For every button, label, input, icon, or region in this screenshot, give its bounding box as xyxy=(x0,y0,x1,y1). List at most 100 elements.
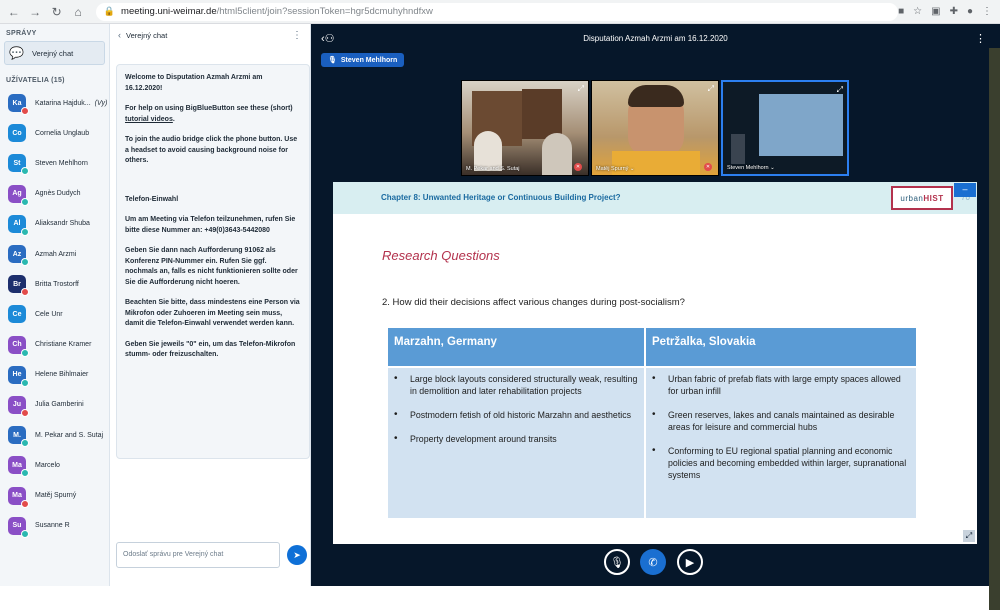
avatar: Ma xyxy=(8,456,29,478)
user-list-item[interactable]: Ka Katarina Hajduk... (Vy) xyxy=(0,88,109,118)
user-name: Helene Bihlmaier xyxy=(35,371,89,379)
fullscreen-icon[interactable]: ⤢ xyxy=(578,84,584,94)
help-suffix: . xyxy=(172,115,175,123)
user-list-item[interactable]: Ma Marcelo xyxy=(0,450,109,480)
user-name: Agnès Dudych xyxy=(35,190,81,198)
url-domain: meeting.uni-weimar.de xyxy=(121,6,217,17)
muted-mic-icon: ✕ xyxy=(574,163,582,171)
bullet-item: Postmodern fetish of old historic Marzah… xyxy=(394,409,640,421)
mute-microphone-button[interactable]: 🎙 xyxy=(604,549,630,575)
home-icon[interactable]: ⌂ xyxy=(70,4,85,20)
user-list-item[interactable]: Ch Christiane Kramer xyxy=(0,330,109,360)
fullscreen-presentation-icon[interactable]: ⤢ xyxy=(963,530,975,542)
chat-message-input[interactable]: Odoslať správu pre Verejný chat xyxy=(116,542,280,568)
user-name: Matěj Spurný xyxy=(35,492,77,500)
avatar-initials: Su xyxy=(12,522,22,530)
public-chat-label: Verejný chat xyxy=(31,48,74,58)
welcome-suffix: ! xyxy=(160,84,163,92)
user-list-item[interactable]: Ce Cele Unr xyxy=(0,299,109,329)
webcam-label: M. Pekar and S. Sutaj xyxy=(466,166,520,172)
user-list-item[interactable]: He Helene Bihlmaier xyxy=(0,360,109,390)
slide-heading: Research Questions xyxy=(382,248,500,263)
webcam-label: Matěj Spurný ⌄ xyxy=(596,166,635,172)
user-list-item[interactable]: Ma Matěj Spurný xyxy=(0,480,109,510)
avatar-initials: Ce xyxy=(12,310,22,318)
marzahn-list: Large block layouts considered structura… xyxy=(394,373,640,445)
status-badge-teal-icon xyxy=(21,469,29,478)
petrzalka-list: Urban fabric of prefab flats with large … xyxy=(652,373,912,481)
status-badge-teal-icon xyxy=(21,167,29,176)
avatar: St xyxy=(8,154,29,176)
user-list-item[interactable]: Al Aliaksandr Shuba xyxy=(0,209,109,239)
fullscreen-icon[interactable]: ⤢ xyxy=(708,84,714,94)
help-text: For help on using BigBlueButton see thes… xyxy=(125,105,293,112)
avatar: He xyxy=(8,365,29,387)
profile-icon[interactable]: ● xyxy=(967,6,973,17)
browser-toolbar: ← → ↻ ⌂ 🔒 meeting.uni-weimar.de /html5cl… xyxy=(0,0,1000,24)
leave-audio-button[interactable]: ✆ xyxy=(640,549,666,575)
user-list-item[interactable]: Co Cornelia Unglaub xyxy=(0,118,109,148)
chat-input-placeholder: Odoslať správu pre Verejný chat xyxy=(123,551,224,558)
avatar-initials: He xyxy=(12,371,22,379)
extension-icon[interactable]: ▣ xyxy=(931,6,940,17)
avatar: Co xyxy=(8,124,26,143)
user-name: M. Pekar and S. Sutaj xyxy=(35,431,104,439)
user-list-item[interactable]: Ju Julia Gamberini xyxy=(0,390,109,420)
reload-icon[interactable]: ↻ xyxy=(49,4,64,20)
tutorial-videos-link[interactable]: tutorial videos xyxy=(125,116,173,123)
hair-image xyxy=(628,85,684,107)
table-header-petrzalka: Petržalka, Slovakia xyxy=(646,328,916,366)
chat-title: Verejný chat xyxy=(126,30,168,40)
user-list-item[interactable]: Su Susanne R xyxy=(0,511,109,541)
status-badge-teal-icon xyxy=(21,439,29,448)
avatar: Ch xyxy=(8,335,29,357)
meeting-area: ‹⚇ Disputation Azmah Arzmi am 16.12.2020… xyxy=(311,24,1000,586)
user-name: Marcelo xyxy=(35,461,60,469)
user-list-item[interactable]: Ag Agnès Dudych xyxy=(0,179,109,209)
share-webcam-button[interactable]: ▶ xyxy=(677,549,703,575)
public-chat-item[interactable]: 💬 Verejný chat xyxy=(4,41,105,65)
avatar-initials: Ch xyxy=(12,341,22,349)
minimize-presentation-button[interactable]: – xyxy=(954,183,976,197)
webcam-spurny[interactable]: ⤢ ✕ Matěj Spurný ⌄ xyxy=(591,80,719,176)
audio-info: To join the audio bridge click the phone… xyxy=(125,136,298,164)
user-list-item[interactable]: St Steven Mehlhorn xyxy=(0,148,109,178)
chevron-left-icon[interactable]: ‹ xyxy=(118,30,121,40)
back-arrow-icon[interactable]: ← xyxy=(6,4,21,20)
telefon-title: Telefon-Einwahl xyxy=(125,195,179,203)
projected-slide-image xyxy=(759,94,843,156)
presenter-badge: 🎙 Steven Mehlhorn xyxy=(321,53,405,67)
bullet-item: Large block layouts considered structura… xyxy=(394,373,640,397)
meeting-title: Disputation Azmah Arzmi am 16.12.2020 xyxy=(583,34,728,43)
phone-icon: ✆ xyxy=(648,556,658,569)
user-name: Steven Mehlhorn xyxy=(35,159,88,167)
forward-arrow-icon[interactable]: → xyxy=(27,4,42,20)
avatar-initials: M. xyxy=(13,431,21,439)
chat-bubble-icon: 💬 xyxy=(9,46,24,60)
meeting-options-icon[interactable]: ⋮ xyxy=(975,32,986,45)
address-bar[interactable]: 🔒 meeting.uni-weimar.de /html5client/joi… xyxy=(95,2,899,21)
webcam-pekar-sutaj[interactable]: ⤢ ✕ M. Pekar and S. Sutaj xyxy=(461,80,589,176)
menu-dots-icon[interactable]: ⋮ xyxy=(982,6,992,17)
telefon-info-3: Beachten Sie bitte, dass mindestens eine… xyxy=(125,299,300,327)
status-badge-teal-icon xyxy=(21,348,29,357)
puzzle-icon[interactable]: ✚ xyxy=(950,6,958,17)
avatar-initials: Ag xyxy=(12,190,22,198)
more-options-icon[interactable]: ⋮ xyxy=(292,30,302,41)
avatar-initials: Al xyxy=(13,220,21,228)
telefon-info-1: Um am Meeting via Telefon teilzunehmen, … xyxy=(125,216,296,234)
fullscreen-icon[interactable]: ⤢ xyxy=(837,85,843,95)
bullet-item: Property development around transits xyxy=(394,433,640,445)
person-image xyxy=(731,134,745,164)
user-list-item[interactable]: Br Britta Trostorff xyxy=(0,269,109,299)
logo-text-a: urban xyxy=(900,193,924,203)
user-list-item[interactable]: Az Azmah Arzmi xyxy=(0,239,109,269)
camera-icon[interactable]: ■ xyxy=(898,6,904,17)
star-icon[interactable]: ☆ xyxy=(913,6,922,17)
camera-off-icon: ▶ xyxy=(685,556,695,569)
avatar: Al xyxy=(8,214,29,236)
webcam-mehlhorn[interactable]: ⤢ Steven Mehlhorn ⌄ xyxy=(721,80,849,176)
send-icon[interactable]: ➤ xyxy=(287,545,307,565)
user-list-item[interactable]: M. M. Pekar and S. Sutaj xyxy=(0,420,109,450)
avatar: Su xyxy=(8,516,29,538)
